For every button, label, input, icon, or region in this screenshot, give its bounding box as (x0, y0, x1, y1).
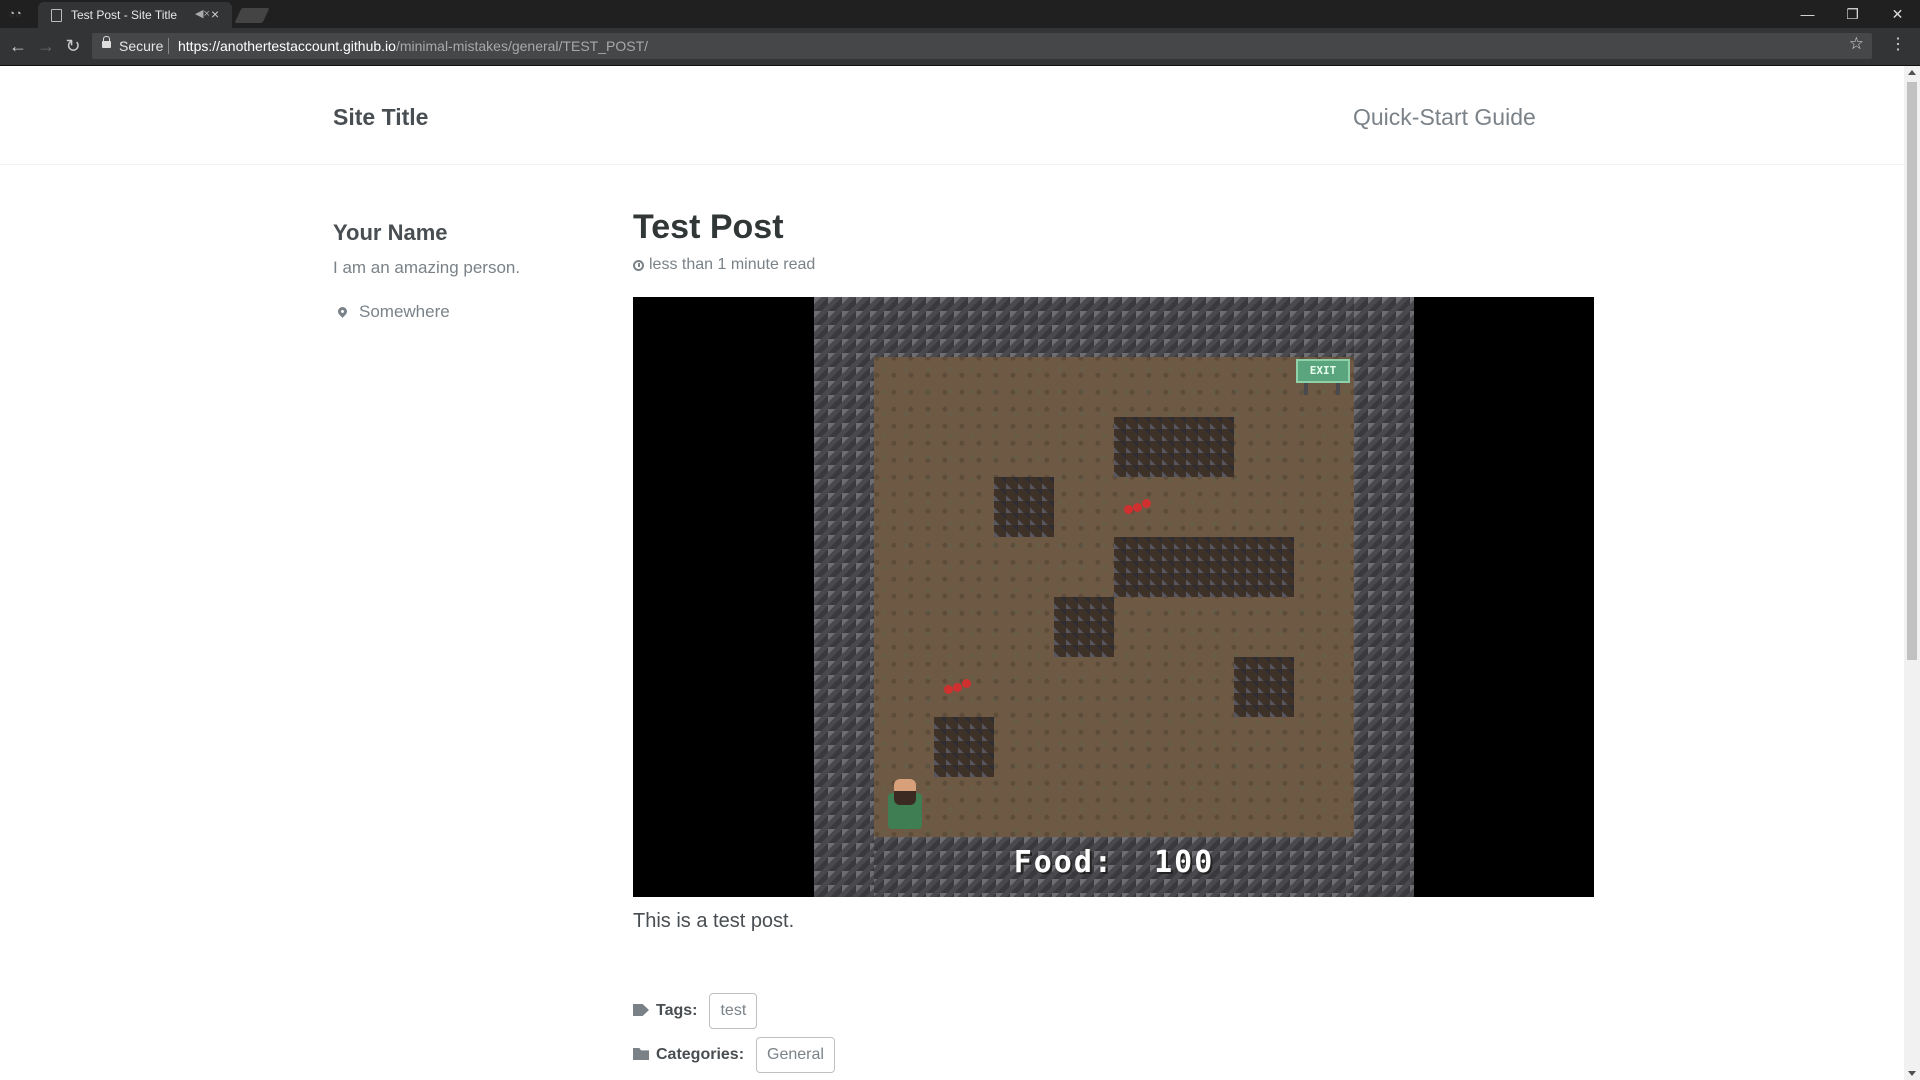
tags-icon (633, 1004, 649, 1016)
tag-link[interactable]: test (709, 993, 758, 1029)
player-character (884, 779, 926, 833)
minimize-icon[interactable]: — (1785, 0, 1830, 28)
categories-label: Categories: (656, 1046, 745, 1063)
lock-icon (102, 36, 111, 48)
quick-start-guide-link[interactable]: Quick-Start Guide (1353, 104, 1536, 131)
close-window-icon[interactable]: ✕ (1875, 0, 1920, 28)
url-path: /minimal-mistakes/general/TEST_POST/ (395, 38, 649, 54)
food-value: 100 (1154, 845, 1215, 880)
mute-audio-icon[interactable]: ◀× (195, 7, 210, 20)
post-tags: Tags: test (633, 993, 758, 1029)
window-controls: — ❐ ✕ (1785, 0, 1920, 28)
location-text: Somewhere (359, 302, 450, 321)
back-icon[interactable]: ← (6, 35, 30, 57)
author-name: Your Name (333, 220, 448, 245)
masthead: Site Title Quick-Start Guide (0, 66, 1904, 165)
rock-obstacle (1054, 597, 1114, 657)
read-time-text: less than 1 minute read (649, 256, 816, 273)
page-icon (51, 9, 62, 22)
rock-obstacle (934, 717, 994, 777)
browser-menu-icon[interactable]: ⋮ (1890, 34, 1906, 54)
folder-open-icon (633, 1048, 649, 1060)
clock-icon (633, 260, 644, 271)
url-host: https://anothertestaccount.github.io (178, 38, 396, 54)
map-marker-icon (336, 305, 349, 318)
food-item (944, 679, 974, 695)
food-label: Food: (1013, 845, 1114, 880)
food-item (1124, 499, 1154, 515)
forward-icon[interactable]: → (34, 35, 58, 57)
bookmark-star-icon[interactable]: ☆ (1849, 34, 1864, 54)
url-text[interactable]: https://anothertestaccount.github.io/min… (178, 38, 648, 54)
post-body: This is a test post. (633, 910, 795, 932)
browser-toolbar: ← → ↻ Secure https://anothertestaccount.… (0, 28, 1920, 66)
wall-right (1354, 297, 1414, 897)
rock-obstacle (1114, 537, 1294, 597)
incognito-icon[interactable]: ◔◔ (6, 6, 24, 22)
secure-label: Secure (119, 38, 164, 54)
rock-obstacle (1114, 417, 1234, 477)
post-title: Test Post (633, 208, 784, 246)
category-link[interactable]: General (756, 1037, 835, 1073)
game-board: EXIT Food: 100 (814, 297, 1414, 897)
omnibox-divider (168, 38, 169, 54)
exit-sign: EXIT (1294, 357, 1354, 397)
browser-tabstrip: ◔◔ Test Post - Site Title ◀× × — ❐ ✕ (0, 0, 1920, 28)
wall-top (814, 297, 1414, 357)
rock-obstacle (994, 477, 1054, 537)
address-bar[interactable]: Secure https://anothertestaccount.github… (92, 33, 1872, 59)
site-title-link[interactable]: Site Title (333, 104, 428, 131)
close-tab-icon[interactable]: × (211, 6, 219, 22)
tags-label: Tags: (656, 1002, 698, 1019)
page: Site Title Quick-Start Guide Your Name I… (0, 66, 1904, 1080)
game-embed[interactable]: EXIT Food: 100 (633, 297, 1594, 897)
restore-icon[interactable]: ❐ (1830, 0, 1875, 28)
scroll-down-arrow-icon[interactable] (1908, 1071, 1916, 1076)
read-time: less than 1 minute read (633, 256, 815, 274)
page-scrollbar[interactable] (1904, 66, 1920, 1080)
exit-label: EXIT (1296, 359, 1350, 383)
scroll-up-arrow-icon[interactable] (1908, 70, 1916, 75)
author-location: Somewhere (336, 302, 450, 322)
wall-left (814, 297, 874, 897)
new-tab-button[interactable] (234, 8, 270, 23)
scrollbar-thumb[interactable] (1907, 82, 1917, 660)
author-bio: I am an amazing person. (333, 258, 521, 277)
post-categories: Categories: General (633, 1037, 835, 1073)
food-counter: Food: 100 (814, 845, 1414, 880)
browser-tab[interactable]: Test Post - Site Title ◀× × (38, 2, 232, 28)
reload-icon[interactable]: ↻ (61, 35, 85, 57)
rock-obstacle (1234, 657, 1294, 717)
tab-title: Test Post - Site Title (71, 8, 178, 22)
